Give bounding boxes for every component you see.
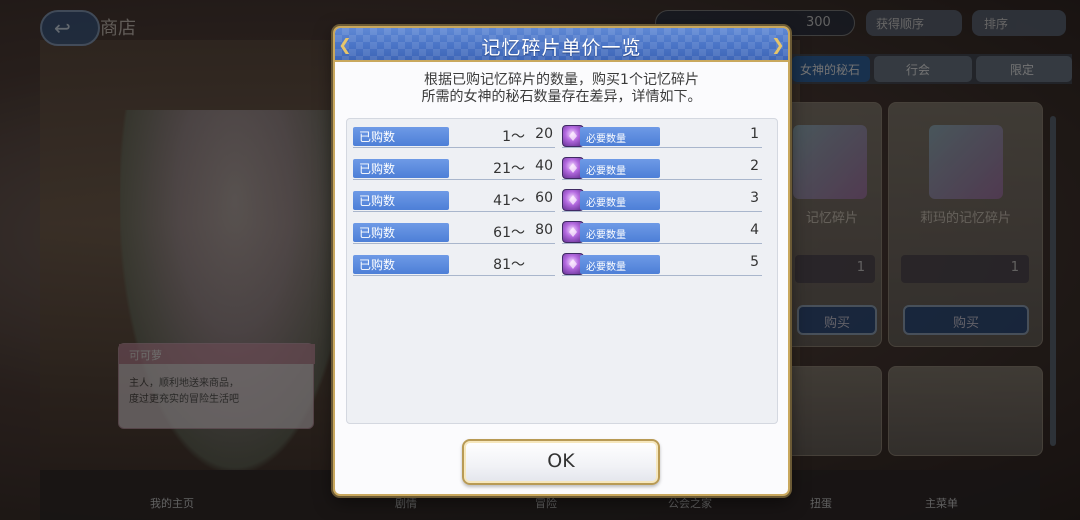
range-to: 20 bbox=[535, 126, 553, 142]
row-divider bbox=[353, 147, 555, 148]
row-divider bbox=[353, 179, 555, 180]
row-divider bbox=[562, 147, 762, 148]
table-row: 已购数 41～ 60 必要数量 3 bbox=[353, 189, 773, 213]
row-divider bbox=[353, 275, 555, 276]
row-divider bbox=[353, 211, 555, 212]
required-amount-value: 5 bbox=[750, 254, 759, 270]
row-divider bbox=[562, 275, 762, 276]
row-divider bbox=[562, 211, 762, 212]
required-amount-value: 2 bbox=[750, 158, 759, 174]
required-amount-value: 4 bbox=[750, 222, 759, 238]
purchased-count-label: 已购数 bbox=[353, 223, 449, 242]
required-amount-label: 必要数量 bbox=[580, 223, 660, 242]
required-amount-label: 必要数量 bbox=[580, 127, 660, 146]
purchased-count-label: 已购数 bbox=[353, 255, 449, 274]
range-to: 80 bbox=[535, 222, 553, 238]
row-divider bbox=[562, 179, 762, 180]
ok-button[interactable]: OK bbox=[462, 439, 660, 485]
description-line: 所需的女神的秘石数量存在差异，详情如下。 bbox=[421, 89, 702, 105]
description-line: 根据已购记忆碎片的数量，购买1个记忆碎片 bbox=[424, 72, 699, 88]
required-amount-label: 必要数量 bbox=[580, 255, 660, 274]
range-to: 40 bbox=[535, 158, 553, 174]
purchased-count-label: 已购数 bbox=[353, 191, 449, 210]
table-row: 已购数 21～ 40 必要数量 2 bbox=[353, 157, 773, 181]
table-row: 已购数 1～ 20 必要数量 1 bbox=[353, 125, 773, 149]
price-table: 已购数 1～ 20 必要数量 1 已购数 21～ 40 必要数量 2 已购数 4… bbox=[346, 118, 778, 424]
purchased-count-label: 已购数 bbox=[353, 127, 449, 146]
range-from: 81～ bbox=[493, 257, 525, 273]
dialog-header: ❮ 记忆碎片单价一览 ❯ bbox=[335, 28, 788, 62]
required-amount-label: 必要数量 bbox=[580, 191, 660, 210]
purchased-count-label: 已购数 bbox=[353, 159, 449, 178]
required-amount-value: 1 bbox=[750, 126, 759, 142]
required-amount-value: 3 bbox=[750, 190, 759, 206]
row-divider bbox=[562, 243, 762, 244]
dialog-title: 记忆碎片单价一览 bbox=[481, 37, 642, 59]
dialog-description: 根据已购记忆碎片的数量，购买1个记忆碎片 所需的女神的秘石数量存在差异，详情如下… bbox=[335, 72, 788, 106]
range-to: 60 bbox=[535, 190, 553, 206]
price-list-dialog: ❮ 记忆碎片单价一览 ❯ 根据已购记忆碎片的数量，购买1个记忆碎片 所需的女神的… bbox=[333, 26, 790, 496]
corner-ornament-icon: ❯ bbox=[771, 35, 785, 54]
table-row: 已购数 61～ 80 必要数量 4 bbox=[353, 221, 773, 245]
row-divider bbox=[353, 243, 555, 244]
required-amount-label: 必要数量 bbox=[580, 159, 660, 178]
table-row: 已购数 81～ 必要数量 5 bbox=[353, 253, 773, 277]
